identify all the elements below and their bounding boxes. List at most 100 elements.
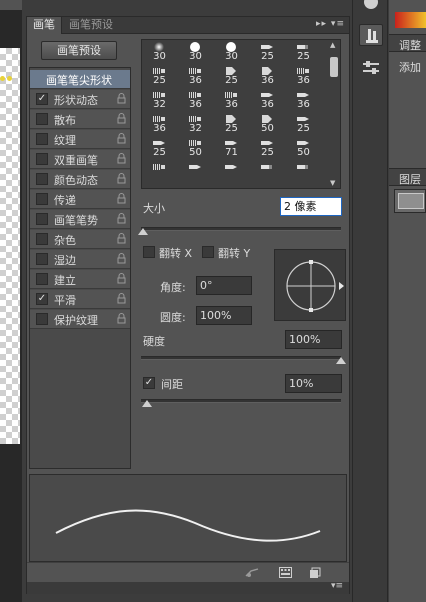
setting-checkbox[interactable] bbox=[36, 213, 48, 225]
brush-tip[interactable]: 36 bbox=[180, 90, 211, 110]
brush-tip[interactable]: 36 bbox=[288, 90, 319, 110]
lock-icon[interactable] bbox=[117, 193, 126, 204]
brush-tip[interactable]: 30 bbox=[144, 42, 175, 62]
scroll-down-icon[interactable]: ▼ bbox=[330, 179, 335, 187]
lock-icon[interactable] bbox=[117, 213, 126, 224]
brush-tip[interactable] bbox=[252, 162, 283, 181]
setting-item[interactable]: 纹理 bbox=[30, 130, 130, 149]
size-slider-track[interactable] bbox=[141, 227, 341, 231]
setting-checkbox[interactable] bbox=[36, 193, 48, 205]
brush-tip[interactable]: 25 bbox=[216, 114, 247, 134]
scroll-up-icon[interactable]: ▲ bbox=[330, 41, 335, 49]
brush-tip[interactable]: 36 bbox=[144, 114, 175, 134]
brush-tip[interactable]: 50 bbox=[288, 138, 319, 158]
hardness-slider-track[interactable] bbox=[141, 356, 341, 360]
footer-menu-icon[interactable]: ▾≡ bbox=[331, 581, 343, 591]
brush-tip[interactable]: 25 bbox=[288, 114, 319, 134]
lock-icon[interactable] bbox=[117, 253, 126, 264]
layer-thumbnail[interactable] bbox=[394, 189, 426, 213]
canvas-area[interactable] bbox=[0, 0, 22, 602]
lock-icon[interactable] bbox=[117, 153, 126, 164]
flip-x-checkbox[interactable] bbox=[143, 246, 155, 258]
setting-item[interactable]: 画笔笔尖形状 bbox=[30, 70, 130, 89]
hardness-input[interactable]: 100% bbox=[285, 330, 342, 349]
spacing-slider-track[interactable] bbox=[141, 399, 341, 403]
setting-checkbox[interactable]: ✓ bbox=[36, 293, 48, 305]
setting-item[interactable]: 湿边 bbox=[30, 250, 130, 269]
setting-checkbox[interactable] bbox=[36, 113, 48, 125]
lock-icon[interactable] bbox=[117, 273, 126, 284]
brush-tip[interactable]: 36 bbox=[252, 66, 283, 86]
brush-tip[interactable]: 25 bbox=[144, 138, 175, 158]
angle-input[interactable]: 0° bbox=[196, 276, 252, 295]
brush-tip[interactable]: 50 bbox=[180, 138, 211, 158]
tip-grid-scrollbar[interactable]: ▲ ▼ bbox=[329, 41, 339, 187]
roundness-input[interactable]: 100% bbox=[196, 306, 252, 325]
brush-tip[interactable] bbox=[144, 162, 175, 181]
setting-checkbox[interactable] bbox=[36, 313, 48, 325]
setting-checkbox[interactable] bbox=[36, 253, 48, 265]
scroll-thumb[interactable] bbox=[330, 57, 338, 77]
size-slider-handle[interactable] bbox=[138, 228, 148, 235]
setting-item[interactable]: 传递 bbox=[30, 190, 130, 209]
brush-tip[interactable] bbox=[180, 162, 211, 181]
brush-tip[interactable]: 30 bbox=[180, 42, 211, 62]
clone-source-button[interactable] bbox=[359, 56, 383, 78]
hardness-slider-handle[interactable] bbox=[336, 357, 346, 364]
setting-item[interactable]: 建立 bbox=[30, 270, 130, 289]
toggle-live-tip-icon[interactable] bbox=[245, 567, 259, 579]
setting-checkbox[interactable] bbox=[36, 273, 48, 285]
layers-tab-label[interactable]: 图层 bbox=[399, 171, 421, 187]
setting-checkbox[interactable] bbox=[36, 233, 48, 245]
setting-item[interactable]: ✓ 平滑 bbox=[30, 290, 130, 309]
setting-item[interactable]: ✓ 形状动态 bbox=[30, 90, 130, 109]
brush-tip[interactable]: 50 bbox=[252, 114, 283, 134]
adjust-tab-label[interactable]: 调整 bbox=[399, 37, 421, 53]
angle-roundness-widget[interactable] bbox=[274, 249, 346, 321]
brush-tip[interactable]: 36 bbox=[180, 66, 211, 86]
brush-tip[interactable]: 36 bbox=[288, 66, 319, 86]
setting-checkbox[interactable] bbox=[36, 173, 48, 185]
brush-tip[interactable]: 36 bbox=[252, 90, 283, 110]
setting-item[interactable]: 双重画笔 bbox=[30, 150, 130, 169]
setting-item[interactable]: 杂色 bbox=[30, 230, 130, 249]
setting-item[interactable]: 画笔笔势 bbox=[30, 210, 130, 229]
lock-icon[interactable] bbox=[117, 313, 126, 324]
lock-icon[interactable] bbox=[117, 173, 126, 184]
brush-tip[interactable]: 30 bbox=[216, 42, 247, 62]
lock-icon[interactable] bbox=[117, 113, 126, 124]
setting-item[interactable]: 颜色动态 bbox=[30, 170, 130, 189]
brush-tip[interactable]: 32 bbox=[144, 90, 175, 110]
brush-tip[interactable]: 25 bbox=[252, 138, 283, 158]
brush-tip[interactable]: 25 bbox=[252, 42, 283, 62]
brush-tip[interactable]: 25 bbox=[216, 66, 247, 86]
brush-tip[interactable] bbox=[288, 162, 319, 181]
color-swatch-strip[interactable] bbox=[395, 12, 426, 28]
setting-item[interactable]: 保护纹理 bbox=[30, 310, 130, 329]
brush-tip[interactable]: 36 bbox=[216, 90, 247, 110]
setting-item[interactable]: 散布 bbox=[30, 110, 130, 129]
brush-tip[interactable]: 25 bbox=[288, 42, 319, 62]
brush-tip[interactable]: 25 bbox=[144, 66, 175, 86]
lock-icon[interactable] bbox=[117, 133, 126, 144]
brush-presets-button[interactable]: 画笔预设 bbox=[41, 41, 117, 60]
brush-tip[interactable]: 32 bbox=[180, 114, 211, 134]
brush-panel-button[interactable] bbox=[359, 24, 383, 46]
tab-brush[interactable]: 画笔 bbox=[27, 17, 62, 34]
new-brush-icon[interactable] bbox=[309, 567, 321, 579]
lock-icon[interactable] bbox=[117, 233, 126, 244]
spacing-slider-handle[interactable] bbox=[142, 400, 152, 407]
setting-checkbox[interactable] bbox=[36, 153, 48, 165]
info-icon[interactable] bbox=[359, 0, 383, 16]
setting-checkbox[interactable]: ✓ bbox=[36, 93, 48, 105]
brush-tip[interactable] bbox=[216, 162, 247, 181]
tab-brush-presets[interactable]: 画笔预设 bbox=[63, 17, 119, 34]
spacing-checkbox[interactable]: ✓ bbox=[143, 377, 155, 389]
grid-view-icon[interactable] bbox=[279, 567, 292, 579]
spacing-input[interactable]: 10% bbox=[285, 374, 342, 393]
flip-y-checkbox[interactable] bbox=[202, 246, 214, 258]
size-input[interactable]: 2 像素 bbox=[280, 197, 342, 216]
brush-tip[interactable]: 71 bbox=[216, 138, 247, 158]
setting-checkbox[interactable] bbox=[36, 133, 48, 145]
lock-icon[interactable] bbox=[117, 93, 126, 104]
